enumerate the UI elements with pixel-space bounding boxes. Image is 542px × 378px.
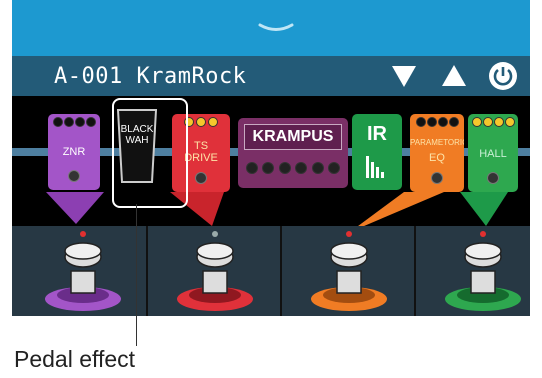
footswitch-3[interactable] xyxy=(308,229,390,313)
power-icon[interactable] xyxy=(488,61,518,91)
pedal-label-line1: PARAMETORIC xyxy=(410,138,464,147)
pedal-znr[interactable]: ZNR xyxy=(48,114,100,190)
pedal-label: HALL xyxy=(479,148,507,160)
footswitch-4[interactable] xyxy=(442,229,524,313)
pedal-hall[interactable]: HALL xyxy=(468,114,518,192)
footswitch-1[interactable] xyxy=(42,229,124,313)
footswitch-2[interactable] xyxy=(174,229,256,313)
pedal-label: ZNR xyxy=(62,146,86,158)
pedal-label-line2: EQ xyxy=(429,152,445,164)
pedal-label: KRAMPUS xyxy=(252,128,334,145)
patch-header: A-001 KramRock xyxy=(12,56,530,96)
callout-line xyxy=(136,204,137,346)
pedal-parametoric-eq[interactable]: PARAMETORIC EQ xyxy=(410,114,464,192)
patch-up-icon[interactable] xyxy=(440,62,468,90)
patch-name: A-001 KramRock xyxy=(54,64,247,89)
device-screen: A-001 KramRock ZNR BLACK WAH TS DRIVE KR… xyxy=(12,0,530,316)
pedal-krampus[interactable]: KRAMPUS xyxy=(238,118,348,188)
top-bar xyxy=(12,0,530,56)
patch-down-icon[interactable] xyxy=(390,62,418,90)
pedal-ir[interactable]: IR xyxy=(352,114,402,190)
callout-label: Pedal effect xyxy=(14,346,136,372)
pedal-label: IR xyxy=(367,123,387,145)
selected-pedal-highlight xyxy=(112,98,188,208)
chevron-down-icon[interactable] xyxy=(258,22,294,36)
impulse-graph-icon xyxy=(366,156,384,178)
